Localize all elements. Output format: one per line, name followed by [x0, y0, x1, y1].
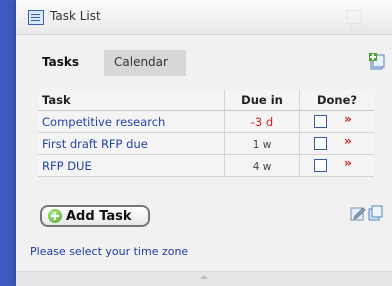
add-task-label: Add Task: [66, 208, 132, 224]
app-list-icon: [28, 10, 44, 25]
task-cell: Competitive research: [38, 110, 225, 133]
done-cell: »: [299, 154, 374, 177]
widget-titlebar: Task List Edit: [16, 0, 392, 35]
tab-calendar[interactable]: Calendar: [104, 50, 186, 76]
add-tab-icon[interactable]: [368, 52, 386, 70]
edit-icon[interactable]: [350, 205, 366, 221]
due-value: -3 d: [250, 114, 274, 129]
header-done: Done?: [299, 90, 374, 111]
done-cell: »: [299, 110, 374, 133]
plus-circle-icon: [48, 209, 62, 223]
timezone-link[interactable]: Please select your time zone: [30, 245, 188, 258]
due-value: 1 w: [252, 138, 272, 151]
edit-widget-button[interactable]: Edit: [346, 10, 382, 35]
due-cell: 4 w: [224, 154, 300, 177]
edit-box-icon: [346, 10, 362, 24]
copy-icon[interactable]: [368, 205, 384, 221]
due-value: 4 w: [252, 160, 272, 173]
done-checkbox[interactable]: [314, 137, 327, 150]
table-row: RFP DUE 4 w »: [38, 154, 374, 177]
due-cell: 1 w: [224, 132, 300, 155]
resize-bar[interactable]: [16, 271, 392, 286]
task-table: Task Due in Done? Competitive research -…: [38, 90, 374, 177]
task-link[interactable]: RFP DUE: [42, 159, 92, 173]
tab-tasks[interactable]: Tasks: [32, 50, 89, 76]
delete-icon[interactable]: »: [344, 134, 352, 148]
task-cell: RFP DUE: [38, 154, 225, 177]
done-checkbox[interactable]: [314, 115, 327, 128]
widget-title: Task List: [50, 9, 101, 23]
task-link[interactable]: Competitive research: [42, 115, 165, 129]
table-row: Competitive research -3 d »: [38, 110, 374, 133]
task-list-widget: Task List Edit Tasks Calendar Task Due i…: [16, 0, 392, 286]
delete-icon[interactable]: »: [344, 112, 352, 126]
done-checkbox[interactable]: [314, 159, 327, 172]
header-task: Task: [38, 90, 225, 111]
task-link[interactable]: First draft RFP due: [42, 137, 148, 151]
due-cell: -3 d: [224, 110, 300, 133]
done-cell: »: [299, 132, 374, 155]
task-cell: First draft RFP due: [38, 132, 225, 155]
table-row: First draft RFP due 1 w »: [38, 132, 374, 155]
resize-grip-icon: [200, 275, 208, 279]
table-header-row: Task Due in Done?: [38, 90, 374, 111]
edit-widget-label: Edit: [349, 24, 369, 35]
delete-icon[interactable]: »: [344, 156, 352, 170]
header-due: Due in: [224, 90, 300, 111]
add-task-button[interactable]: Add Task: [40, 205, 150, 227]
